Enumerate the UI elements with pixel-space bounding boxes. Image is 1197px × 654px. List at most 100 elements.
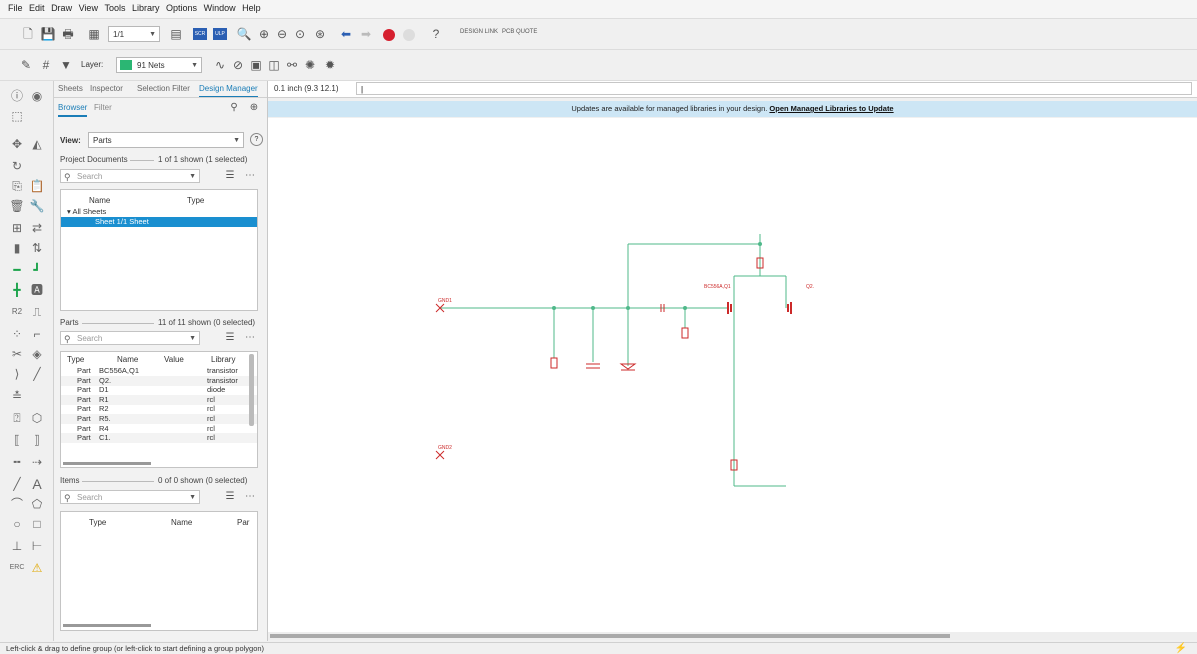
tree-item-selected[interactable]: Sheet 1/1 Sheet	[61, 217, 257, 227]
column-header-par[interactable]: Par	[237, 518, 249, 527]
dimension-icon[interactable]: ⍰	[8, 409, 26, 427]
gate-icon[interactable]: ▮	[8, 239, 26, 257]
frame-icon[interactable]: ⟦	[8, 431, 26, 449]
circle-icon[interactable]: ○	[8, 515, 26, 533]
line-tool-icon[interactable]: ╱	[8, 475, 26, 493]
parts-table-row[interactable]: Part R1 rcl	[61, 394, 257, 405]
arc-tool-icon[interactable]: ╍	[8, 453, 26, 471]
view-select[interactable]: Parts ▼	[88, 132, 244, 148]
dash-icon[interactable]: ⇢	[28, 453, 46, 471]
ratsnest-icon[interactable]: ✺	[302, 57, 318, 73]
undo-icon[interactable]: ⬅	[338, 26, 354, 42]
menu-options[interactable]: Options	[164, 3, 199, 13]
tab-selection-filter[interactable]: Selection Filter	[137, 84, 190, 93]
menu-tools[interactable]: Tools	[102, 3, 127, 13]
list-view-icon[interactable]: ☰	[222, 330, 238, 346]
net-icon[interactable]: ━	[8, 261, 26, 279]
smash-icon[interactable]: ⁘	[8, 325, 26, 343]
replace-icon[interactable]: ⇄	[28, 219, 46, 237]
zoom-select-icon[interactable]: ⊛	[312, 26, 328, 42]
scroll-thumb[interactable]	[270, 634, 950, 638]
pencil-icon[interactable]: ✎	[18, 57, 34, 73]
column-header-name[interactable]: Name	[89, 196, 110, 205]
split-icon[interactable]: ✂	[8, 345, 26, 363]
pinswap-icon[interactable]: ⇅	[28, 239, 46, 257]
parts-table-row[interactable]: Part BC556A,Q1 transistor	[61, 366, 257, 376]
subtab-filter[interactable]: Filter	[94, 103, 112, 112]
zoom-in-icon[interactable]: ⊕	[256, 26, 272, 42]
group-icon[interactable]: ⟧	[28, 431, 46, 449]
help-icon[interactable]: ?	[250, 133, 263, 146]
list-view-icon[interactable]: ☰	[222, 489, 238, 505]
column-header-library[interactable]: Library	[211, 355, 235, 364]
grid-icon[interactable]: #	[38, 57, 54, 73]
rectangle-icon[interactable]: □	[28, 515, 46, 533]
column-header-type[interactable]: Type	[67, 355, 84, 364]
wire-icon[interactable]: ∿	[212, 57, 228, 73]
ulp-icon[interactable]: ULP	[213, 28, 227, 40]
zoom-area-icon[interactable]: ⊘	[230, 57, 246, 73]
project-documents-search[interactable]: ⚲ Search ▼	[60, 169, 200, 183]
lightning-icon[interactable]: ⚡	[1175, 643, 1187, 654]
menu-view[interactable]: View	[77, 3, 100, 13]
find-icon[interactable]: ⚲	[226, 100, 242, 116]
column-header-type[interactable]: Type	[89, 518, 106, 527]
port-icon[interactable]: ⟩	[8, 365, 26, 383]
wrench-icon[interactable]: 🔧	[28, 197, 46, 215]
parts-table-row[interactable]: Part R2 rcl	[61, 404, 257, 414]
menu-file[interactable]: File	[6, 3, 25, 13]
menu-edit[interactable]: Edit	[27, 3, 47, 13]
help-icon[interactable]: ?	[428, 26, 444, 42]
sheet-icon[interactable]: ▦	[86, 26, 102, 42]
tab-inspector[interactable]: Inspector	[90, 84, 123, 93]
zoom-fit-icon[interactable]: 🔍	[236, 26, 252, 42]
schematic-canvas[interactable]: GND1 GND2 BC556A,Q1 Q2.	[268, 118, 1197, 632]
zoom-icon[interactable]: ⊕	[246, 100, 262, 116]
menu-help[interactable]: Help	[240, 3, 263, 13]
add-part-icon[interactable]: ⊞	[8, 219, 26, 237]
menu-draw[interactable]: Draw	[49, 3, 74, 13]
board-view-icon[interactable]: ▣	[248, 57, 264, 73]
delete-icon[interactable]: 🗑	[8, 197, 26, 215]
origin-icon[interactable]: ⊥	[8, 537, 26, 555]
print-icon[interactable]: 🖶	[60, 26, 76, 42]
text-icon[interactable]: A	[28, 475, 46, 493]
parts-search[interactable]: ⚲ Search ▼	[60, 331, 200, 345]
stop-icon[interactable]	[383, 29, 395, 41]
more-icon[interactable]: ⋯	[242, 489, 258, 505]
open-managed-libraries-link[interactable]: Open Managed Libraries to Update	[769, 104, 893, 113]
move-icon[interactable]: ✥	[8, 135, 26, 153]
paste-icon[interactable]: 📋	[28, 177, 46, 195]
layer-select[interactable]: 91 Nets ▼	[116, 57, 202, 73]
go-icon[interactable]	[403, 29, 415, 41]
measure-icon[interactable]: ⊢	[28, 537, 46, 555]
list-view-icon[interactable]: ☰	[222, 168, 238, 184]
column-header-type[interactable]: Type	[187, 196, 204, 205]
design-link-button[interactable]: DESIGN LINK	[460, 29, 498, 35]
more-icon[interactable]: ⋯	[242, 330, 258, 346]
column-header-value[interactable]: Value	[164, 355, 184, 364]
more-icon[interactable]: ⋯	[242, 168, 258, 184]
redo-icon[interactable]: ➡	[358, 26, 374, 42]
bus-icon[interactable]: ┛	[28, 261, 46, 279]
horizontal-scrollbar[interactable]	[63, 462, 151, 465]
menu-library[interactable]: Library	[130, 3, 162, 13]
parts-table-row[interactable]: Part R5. rcl	[61, 414, 257, 424]
erc-check-icon[interactable]: ERC	[8, 559, 26, 577]
scr-icon[interactable]: SCR	[193, 28, 207, 40]
parts-table-row[interactable]: Part D1 diode	[61, 385, 257, 395]
line-icon[interactable]: ╱	[28, 365, 46, 383]
canvas-horizontal-scrollbar[interactable]	[268, 632, 1197, 640]
mirror-icon[interactable]: ◭	[28, 135, 46, 153]
show-icon[interactable]: ◉	[28, 87, 46, 105]
tree-root[interactable]: ▾ All Sheets	[61, 207, 257, 217]
subtab-browser[interactable]: Browser	[58, 103, 88, 117]
open-icon[interactable]: 🗋	[20, 26, 36, 42]
horizontal-scrollbar[interactable]	[63, 624, 151, 627]
items-search[interactable]: ⚲ Search ▼	[60, 490, 200, 504]
tab-design-manager[interactable]: Design Manager	[199, 84, 258, 98]
copy-icon[interactable]: ⎘	[8, 177, 26, 195]
pcb-quote-button[interactable]: PCB QUOTE	[502, 29, 537, 35]
filter-icon[interactable]: ▼	[58, 57, 74, 73]
tab-sheets[interactable]: Sheets	[58, 84, 83, 93]
